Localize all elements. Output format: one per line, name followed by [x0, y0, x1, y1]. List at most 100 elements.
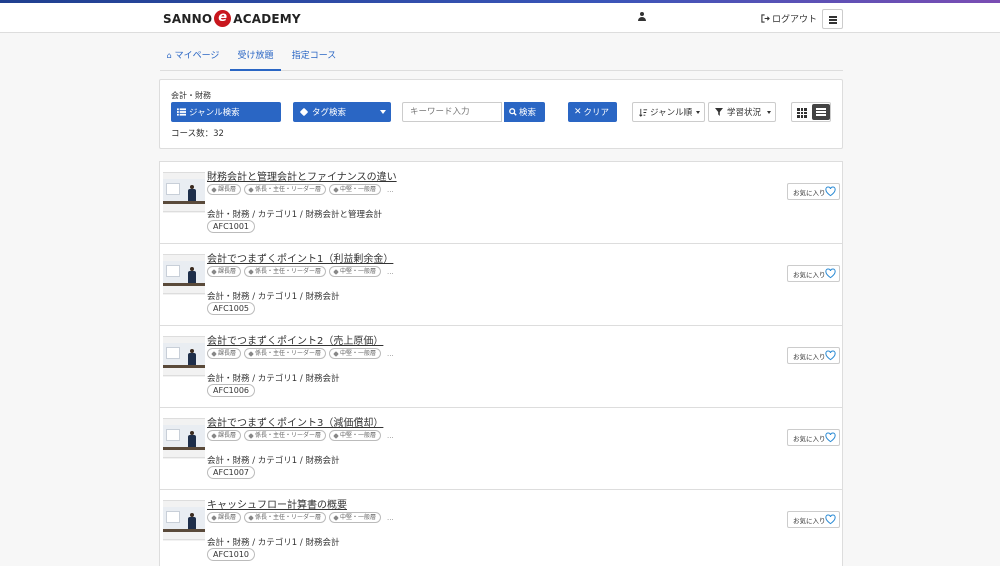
tag-icon [333, 268, 339, 275]
logo-text-right: ACADEMY [233, 11, 301, 26]
sign-out-icon [761, 14, 770, 23]
course-code-badge: AFC1007 [207, 466, 256, 479]
genre-search-button[interactable]: ジャンル検索 [171, 102, 281, 122]
heart-icon [825, 268, 836, 279]
chevron-down-icon [380, 110, 386, 114]
favorite-button[interactable]: お気に入り [787, 183, 840, 200]
course-thumbnail[interactable] [163, 500, 205, 541]
tag-chip[interactable]: 係長・主任・リーダー層 [244, 266, 327, 277]
logout-link[interactable]: ログアウト [761, 12, 817, 25]
course-thumbnail[interactable] [163, 254, 205, 295]
heart-icon [825, 186, 836, 197]
tag-icon [299, 107, 309, 117]
course-thumbnail[interactable] [163, 418, 205, 459]
more-tags[interactable]: ... [387, 514, 394, 522]
tag-chip[interactable]: 中堅・一般層 [329, 184, 382, 195]
tag-list: 課長層 係長・主任・リーダー層 中堅・一般層 ... [207, 430, 394, 441]
favorite-button[interactable]: お気に入り [787, 511, 840, 528]
home-icon: ⌂ [166, 51, 172, 60]
filter-icon [715, 108, 723, 116]
course-category-path: 会計・財務 / カテゴリ1 / 財務会計 [207, 292, 340, 302]
tab-assigned-course[interactable]: 指定コース [286, 46, 342, 71]
tag-list: 課長層 係長・主任・リーダー層 中堅・一般層 ... [207, 348, 394, 359]
favorite-button[interactable]: お気に入り [787, 347, 840, 364]
course-thumbnail[interactable] [163, 336, 205, 377]
tag-icon [211, 186, 217, 193]
more-tags[interactable]: ... [387, 186, 394, 194]
tag-chip[interactable]: 中堅・一般層 [329, 430, 382, 441]
tag-chip[interactable]: 課長層 [207, 430, 242, 441]
logo-text-left: SANNO [163, 11, 213, 26]
close-icon: ✕ [574, 107, 582, 117]
course-title[interactable]: 会計でつまずくポイント1（利益剰余金） [207, 250, 393, 265]
tag-search-dropdown[interactable]: タグ検索 [293, 102, 391, 122]
tag-chip[interactable]: 課長層 [207, 512, 242, 523]
tag-icon [333, 350, 339, 357]
keyword-input[interactable] [402, 102, 502, 122]
search-button[interactable]: 検索 [504, 102, 545, 122]
list-item: 会計でつまずくポイント1（利益剰余金） 課長層 係長・主任・リーダー層 中堅・一… [160, 244, 842, 326]
genre-search-label: ジャンル検索 [189, 108, 240, 118]
favorite-label: お気に入り [793, 516, 826, 525]
list-icon [177, 108, 186, 116]
clear-label: クリア [583, 108, 610, 118]
list-item: 会計でつまずくポイント3（減価償却） 課長層 係長・主任・リーダー層 中堅・一般… [160, 408, 842, 490]
more-tags[interactable]: ... [387, 350, 394, 358]
sort-icon [639, 108, 648, 117]
tag-chip[interactable]: 中堅・一般層 [329, 348, 382, 359]
search-filter-panel: 会計・財務 ジャンル検索 タグ検索 検索 ✕ クリア ジャンル順 [159, 79, 843, 149]
logo-mark: e [214, 10, 232, 27]
tag-icon [248, 514, 254, 521]
more-tags[interactable]: ... [387, 268, 394, 276]
tag-icon [211, 268, 217, 275]
favorite-label: お気に入り [793, 188, 826, 197]
tab-mypage-label: マイページ [174, 51, 220, 61]
course-title[interactable]: 財務会計と管理会計とファイナンスの違い [207, 168, 397, 183]
course-category-path: 会計・財務 / カテゴリ1 / 財務会計 [207, 374, 340, 384]
tag-icon [248, 432, 254, 439]
tag-chip[interactable]: 係長・主任・リーダー層 [244, 184, 327, 195]
user-icon[interactable] [638, 12, 646, 22]
clear-button[interactable]: ✕ クリア [568, 102, 617, 122]
study-status-dropdown[interactable]: 学習状況 [708, 102, 776, 122]
tab-bar: ⌂ マイページ 受け放題 指定コース [160, 46, 843, 71]
tag-chip[interactable]: 係長・主任・リーダー層 [244, 512, 327, 523]
course-count: コース数：32 [171, 129, 224, 139]
course-title[interactable]: キャッシュフロー計算書の概要 [207, 496, 347, 511]
tag-chip[interactable]: 中堅・一般層 [329, 266, 382, 277]
genre-sort-dropdown[interactable]: ジャンル順 [632, 102, 705, 122]
favorite-label: お気に入り [793, 270, 826, 279]
course-list: 財務会計と管理会計とファイナンスの違い 課長層 係長・主任・リーダー層 中堅・一… [159, 161, 843, 566]
tag-icon [333, 186, 339, 193]
tag-chip[interactable]: 課長層 [207, 184, 242, 195]
chevron-down-icon [767, 111, 771, 114]
course-title[interactable]: 会計でつまずくポイント3（減価償却） [207, 414, 383, 429]
tag-chip[interactable]: 係長・主任・リーダー層 [244, 430, 327, 441]
more-tags[interactable]: ... [387, 432, 394, 440]
tag-chip[interactable]: 課長層 [207, 348, 242, 359]
grid-view-icon[interactable] [797, 108, 807, 118]
tab-unlimited-label: 受け放題 [237, 51, 274, 61]
tag-chip[interactable]: 中堅・一般層 [329, 512, 382, 523]
tab-unlimited[interactable]: 受け放題 [230, 46, 281, 71]
tab-assigned-course-label: 指定コース [291, 51, 337, 61]
list-item: 会計でつまずくポイント2（売上原価） 課長層 係長・主任・リーダー層 中堅・一般… [160, 326, 842, 408]
hamburger-menu-button[interactable] [822, 9, 843, 29]
favorite-button[interactable]: お気に入り [787, 265, 840, 282]
tag-list: 課長層 係長・主任・リーダー層 中堅・一般層 ... [207, 512, 394, 523]
search-label: 検索 [519, 108, 537, 118]
logo[interactable]: SANNO e ACADEMY [163, 10, 301, 27]
chevron-down-icon [696, 111, 700, 114]
favorite-button[interactable]: お気に入り [787, 429, 840, 446]
tag-icon [211, 350, 217, 357]
tag-chip[interactable]: 係長・主任・リーダー層 [244, 348, 327, 359]
course-thumbnail[interactable] [163, 172, 205, 213]
list-view-icon[interactable] [812, 104, 830, 120]
tag-chip[interactable]: 課長層 [207, 266, 242, 277]
list-item: キャッシュフロー計算書の概要 課長層 係長・主任・リーダー層 中堅・一般層 ..… [160, 490, 842, 566]
course-category-path: 会計・財務 / カテゴリ1 / 財務会計と管理会計 [207, 210, 382, 220]
course-code-badge: AFC1005 [207, 302, 256, 315]
course-title[interactable]: 会計でつまずくポイント2（売上原価） [207, 332, 383, 347]
tag-icon [211, 432, 217, 439]
tab-mypage[interactable]: ⌂ マイページ [160, 46, 226, 71]
